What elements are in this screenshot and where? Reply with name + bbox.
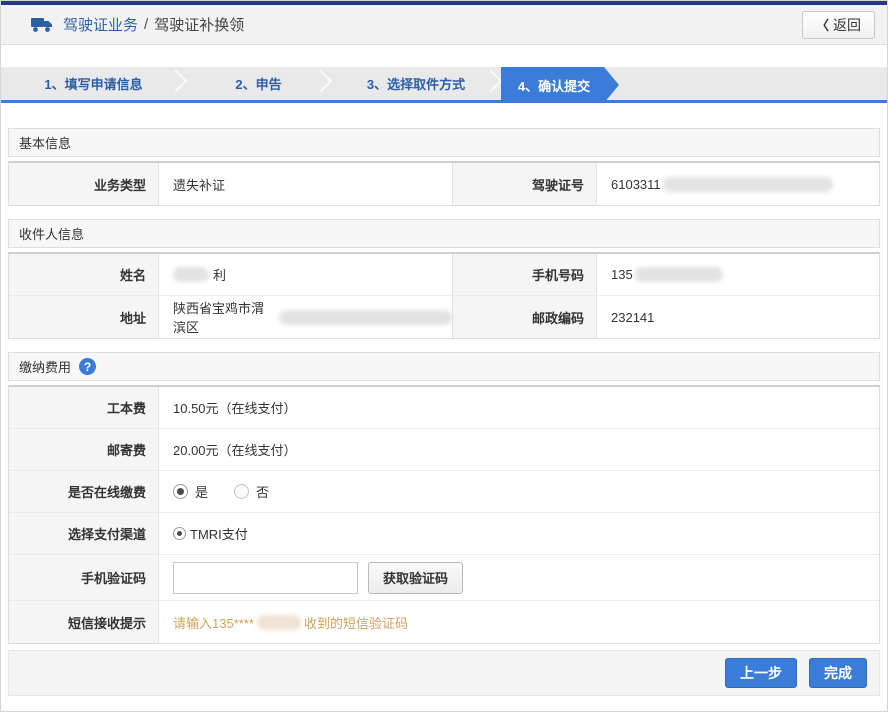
step-4-label: 4、确认提交: [517, 78, 591, 94]
section-title: 收件人信息: [19, 227, 85, 242]
help-question-icon[interactable]: ?: [79, 358, 97, 375]
production-fee-value: 10.50元（在线支付）: [173, 401, 297, 416]
table-row: 短信接收提示 请输入135**** 收到的短信验证码: [9, 601, 879, 643]
online-pay-label: 是否在线缴费: [9, 471, 159, 512]
payment-channel-options: TMRI支付: [159, 513, 879, 554]
table-row: 业务类型 遗失补证 驾驶证号 6103311: [9, 163, 879, 205]
address-label: 地址: [9, 296, 159, 338]
titlebar: 驾驶证业务 / 驾驶证补换领 〈 返回: [1, 5, 887, 45]
back-chevron-icon: 〈: [815, 18, 829, 33]
tmri-pay-label[interactable]: TMRI支付: [190, 524, 248, 543]
back-button[interactable]: 〈 返回: [801, 10, 875, 39]
postcode-value: 232141: [611, 309, 655, 325]
tmri-pay-radio[interactable]: [173, 527, 186, 540]
address-visible: 陕西省宝鸡市渭滨区: [173, 301, 265, 335]
business-type-value: 遗失补证: [173, 177, 226, 193]
recipient-info-table: 姓名 利 手机号码 135 地址 陕西省宝鸡市渭滨区 邮政编码 232141: [8, 252, 880, 339]
step-3-pickup-method: 3、选择取件方式: [331, 67, 503, 100]
online-pay-no-radio[interactable]: [234, 484, 250, 499]
table-row: 是否在线缴费 是 否: [9, 471, 879, 513]
get-code-button[interactable]: 获取验证码: [368, 561, 464, 594]
table-row: 邮寄费 20.00元（在线支付）: [9, 429, 879, 471]
online-pay-yes-radio[interactable]: [173, 484, 188, 499]
section-header-fees: 缴纳费用 ?: [8, 352, 880, 381]
section-header-basic-info: 基本信息: [8, 128, 880, 157]
fees-table: 工本费 10.50元（在线支付） 邮寄费 20.00元（在线支付） 是否在线缴费…: [8, 385, 880, 644]
step-2-label: 2、申告: [235, 77, 282, 92]
name-value: 利: [159, 254, 452, 295]
phone-label: 手机号码: [452, 254, 597, 295]
step-separator-icon: [479, 69, 503, 93]
page-title-secondary: 驾驶证补换领: [154, 17, 245, 34]
address-value: 陕西省宝鸡市渭滨区: [159, 296, 452, 338]
business-type-label: 业务类型: [9, 163, 159, 205]
truck-icon: [31, 17, 54, 33]
table-row: 姓名 利 手机号码 135: [9, 254, 879, 296]
name-label: 姓名: [9, 254, 159, 295]
table-row: 工本费 10.50元（在线支付）: [9, 387, 879, 429]
sms-code-input[interactable]: [173, 561, 358, 594]
step-3-label: 3、选择取件方式: [366, 77, 466, 92]
sms-hint-value: 请输入135**** 收到的短信验证码: [159, 601, 879, 643]
phone-redacted: [634, 267, 723, 282]
main-content: 基本信息 业务类型 遗失补证 驾驶证号 6103311 收件人信息 姓名 利 手…: [1, 128, 887, 644]
back-button-label: 返回: [833, 16, 861, 33]
online-pay-yes-label[interactable]: 是: [195, 482, 208, 501]
license-number-value: 6103311: [597, 163, 879, 205]
phone-visible: 135: [611, 267, 633, 282]
online-pay-options: 是 否: [159, 471, 879, 512]
finish-button[interactable]: 完成: [809, 658, 867, 688]
table-row: 地址 陕西省宝鸡市渭滨区 邮政编码 232141: [9, 296, 879, 338]
postage-fee-label: 邮寄费: [9, 429, 159, 470]
page: 驾驶证业务 / 驾驶证补换领 〈 返回 1、填写申请信息 2、申告 3、选择取件…: [0, 0, 888, 712]
step-separator-icon: [309, 69, 333, 93]
step-separator-icon: [164, 69, 188, 93]
section-title: 缴纳费用: [19, 360, 72, 375]
table-row: 选择支付渠道 TMRI支付: [9, 513, 879, 555]
step-4-confirm-submit-active: 4、确认提交: [501, 67, 619, 103]
step-1-label: 1、填写申请信息: [44, 77, 143, 92]
phone-value: 135: [597, 254, 879, 295]
sms-hint-suffix: 收到的短信验证码: [303, 615, 408, 631]
postcode-label: 邮政编码: [452, 296, 597, 338]
section-header-recipient-info: 收件人信息: [8, 219, 880, 248]
sms-hint-text: 请输入135**** 收到的短信验证码: [173, 613, 408, 632]
sms-code-label: 手机验证码: [9, 555, 159, 600]
page-title-primary: 驾驶证业务: [63, 17, 139, 34]
footer-action-bar: 上一步 完成: [8, 650, 880, 696]
name-visible: 利: [213, 268, 227, 283]
postage-fee-value: 20.00元（在线支付）: [173, 443, 297, 458]
payment-channel-label: 选择支付渠道: [9, 513, 159, 554]
license-number-visible: 6103311: [611, 176, 661, 192]
online-pay-no-label[interactable]: 否: [256, 482, 269, 501]
license-number-redacted: [662, 176, 833, 192]
step-1-fill-application: 1、填写申请信息: [1, 67, 188, 100]
name-redacted: [173, 267, 209, 282]
title-separator: /: [144, 16, 149, 33]
basic-info-table: 业务类型 遗失补证 驾驶证号 6103311: [8, 161, 880, 206]
sms-hint-label: 短信接收提示: [9, 601, 159, 643]
step-progress-bar: 1、填写申请信息 2、申告 3、选择取件方式 4、确认提交: [1, 67, 887, 103]
production-fee-label: 工本费: [9, 387, 159, 428]
address-redacted: [278, 309, 452, 325]
table-row: 手机验证码 获取验证码: [9, 555, 879, 601]
sms-hint-prefix: 请输入135****: [173, 615, 254, 631]
sms-code-field: 获取验证码: [159, 555, 879, 600]
step-2-declaration: 2、申告: [186, 67, 333, 100]
sms-hint-redacted: [256, 614, 301, 630]
license-number-label: 驾驶证号: [452, 163, 597, 205]
section-title: 基本信息: [19, 136, 72, 151]
previous-step-button[interactable]: 上一步: [725, 658, 797, 688]
